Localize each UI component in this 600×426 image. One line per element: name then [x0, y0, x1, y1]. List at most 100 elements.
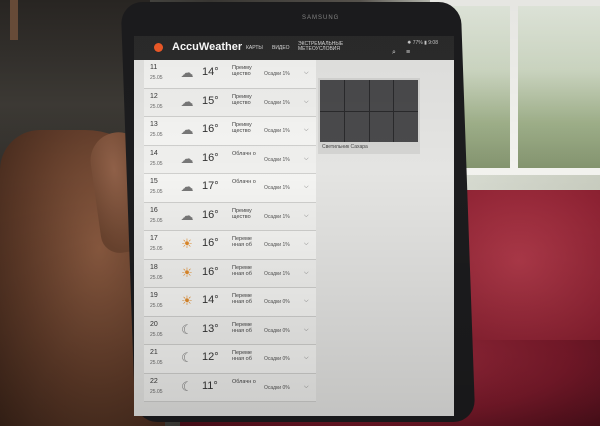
tablet-screen: AccuWeather КАРТЫ ВИДЕО ЭКСТРЕМАЛЬНЫЕ МЕ…	[134, 36, 454, 416]
hour-label: 12	[150, 92, 158, 100]
app-logo[interactable]: AccuWeather	[172, 41, 242, 53]
precipitation-text: Осадки 0%	[264, 327, 290, 334]
date-label: 25.05	[150, 189, 163, 195]
date-label: 25.05	[150, 217, 163, 224]
hourly-row[interactable]: 11 25.05 14° Преиму щество Осадки 1% ☁ ⌵	[144, 60, 316, 89]
date-label: 25.05	[150, 246, 163, 252]
chevron-down-icon[interactable]: ⌵	[304, 127, 309, 134]
hour-label: 15	[150, 178, 158, 185]
date-label: 25.05	[150, 103, 163, 110]
settings-icon[interactable]: ≡	[406, 49, 412, 56]
condition-text: Переме нная об	[232, 236, 252, 248]
chevron-down-icon[interactable]: ⌵	[304, 213, 309, 220]
date-label: 25.05	[150, 388, 163, 395]
hour-label: 16	[150, 206, 158, 214]
hour-label: 21	[150, 349, 158, 356]
chevron-down-icon[interactable]: ⌵	[304, 327, 309, 334]
status-bar: ✹ 77% ▮ 9:08	[407, 40, 438, 46]
search-icon[interactable]: ⌕	[392, 49, 398, 56]
chevron-down-icon[interactable]: ⌵	[304, 70, 309, 77]
temperature: 16°	[202, 237, 219, 249]
condition-text: Преиму щество	[232, 65, 252, 77]
hourly-row[interactable]: 17 25.05 16° Переме нная об Осадки 1% ☀ ⌵	[144, 231, 316, 260]
nav-extreme-weather[interactable]: ЭКСТРЕМАЛЬНЫЕ МЕТЕОУСЛОВИЯ	[298, 42, 350, 52]
chevron-down-icon[interactable]: ⌵	[304, 156, 309, 163]
condition-text: Переме нная об	[232, 321, 252, 334]
condition-text: Преиму щество	[232, 122, 252, 134]
cloud-icon: ☁	[180, 179, 194, 194]
precipitation-text: Осадки 0%	[264, 384, 290, 391]
hour-label: 22	[150, 377, 158, 385]
cloudy-icon: ☁	[180, 93, 194, 109]
date-label: 25.05	[150, 303, 163, 309]
moon-icon: ☾	[181, 321, 193, 337]
chevron-down-icon[interactable]: ⌵	[304, 355, 309, 362]
temperature: 12°	[202, 351, 219, 363]
date-label: 25.05	[150, 75, 163, 81]
temperature: 16°	[202, 265, 219, 278]
condition-text: Переме нная об	[232, 350, 252, 362]
date-label: 25.05	[150, 132, 163, 138]
precipitation-text: Осадки 1%	[264, 213, 290, 220]
hourly-row[interactable]: 15 25.05 17° Облачн о Осадки 1% ☁ ⌵	[144, 174, 316, 203]
precipitation-text: Осадки 1%	[264, 99, 290, 106]
app-header: AccuWeather КАРТЫ ВИДЕО ЭКСТРЕМАЛЬНЫЕ МЕ…	[134, 36, 454, 60]
hourly-row[interactable]: 21 25.05 12° Переме нная об Осадки 0% ☾ ⌵	[144, 345, 316, 374]
temperature: 14°	[202, 294, 219, 306]
sun-cloud-icon: ☀	[181, 236, 193, 251]
hourly-row[interactable]: 20 25.05 13° Переме нная об Осадки 0% ☾ ⌵	[144, 316, 316, 345]
temperature: 13°	[202, 322, 219, 335]
ad-image	[320, 80, 418, 142]
temperature: 11°	[202, 379, 218, 392]
temperature: 14°	[202, 66, 219, 78]
hourly-row[interactable]: 12 25.05 15° Преиму щество Осадки 1% ☁ ⌵	[144, 88, 316, 117]
date-label: 25.05	[150, 160, 163, 167]
moon-cloud-icon: ☾	[181, 350, 193, 365]
cloudy-icon: ☁	[180, 122, 194, 137]
precipitation-text: Осадки 1%	[264, 156, 290, 163]
hourly-row[interactable]: 22 25.05 11° Облачн о Осадки 0% ☾ ⌵	[144, 373, 316, 402]
condition-text: Облачн о	[232, 378, 256, 385]
device-brand: SAMSUNG	[302, 15, 340, 21]
temperature: 16°	[202, 208, 219, 221]
hour-label: 19	[150, 292, 158, 299]
hour-label: 13	[150, 121, 158, 128]
sun-cloud-icon: ☀	[181, 264, 193, 280]
precipitation-text: Осадки 1%	[264, 185, 290, 191]
chevron-down-icon[interactable]: ⌵	[304, 298, 309, 305]
date-label: 25.05	[150, 360, 163, 366]
chevron-down-icon[interactable]: ⌵	[304, 241, 309, 248]
precipitation-text: Осадки 1%	[264, 270, 290, 277]
condition-text: Облачн о	[232, 179, 256, 185]
hourly-row[interactable]: 19 25.05 14° Переме нная об Осадки 0% ☀ ⌵	[144, 288, 316, 317]
condition-text: Облачн о	[232, 150, 256, 157]
chevron-down-icon[interactable]: ⌵	[304, 384, 309, 391]
hour-label: 11	[150, 64, 158, 71]
condition-text: Переме нная об	[232, 293, 252, 305]
hourly-row[interactable]: 13 25.05 16° Преиму щество Осадки 1% ☁ ⌵	[144, 117, 316, 146]
hourly-row[interactable]: 16 25.05 16° Преиму щество Осадки 1% ☁ ⌵	[144, 202, 316, 231]
ad-banner[interactable]: Светильник Сахара	[318, 78, 420, 154]
temperature: 16°	[202, 151, 219, 164]
chevron-down-icon[interactable]: ⌵	[304, 270, 309, 277]
condition-text: Преиму щество	[232, 207, 252, 220]
nav-maps[interactable]: КАРТЫ	[246, 45, 263, 51]
condition-text: Преиму щество	[232, 93, 252, 106]
precipitation-text: Осадки 0%	[264, 356, 290, 362]
chevron-down-icon[interactable]: ⌵	[304, 99, 309, 106]
nav-video[interactable]: ВИДЕО	[272, 45, 290, 51]
precipitation-text: Осадки 1%	[264, 242, 290, 248]
accuweather-logo-icon	[154, 43, 163, 52]
chevron-down-icon[interactable]: ⌵	[304, 184, 309, 191]
cloudy-icon: ☁	[180, 207, 194, 223]
hourly-row[interactable]: 14 25.05 16° Облачн о Осадки 1% ☁ ⌵	[144, 145, 316, 174]
hour-label: 18	[150, 263, 158, 271]
hour-label: 20	[150, 320, 158, 328]
precipitation-text: Осадки 1%	[264, 71, 290, 77]
temperature: 15°	[202, 94, 219, 107]
cloud-icon: ☁	[180, 150, 194, 166]
date-label: 25.05	[150, 331, 163, 338]
ad-caption: Светильник Сахара	[322, 144, 368, 150]
hourly-row[interactable]: 18 25.05 16° Переме нная об Осадки 1% ☀ ⌵	[144, 259, 316, 288]
cloudy-icon: ☁	[180, 65, 194, 80]
